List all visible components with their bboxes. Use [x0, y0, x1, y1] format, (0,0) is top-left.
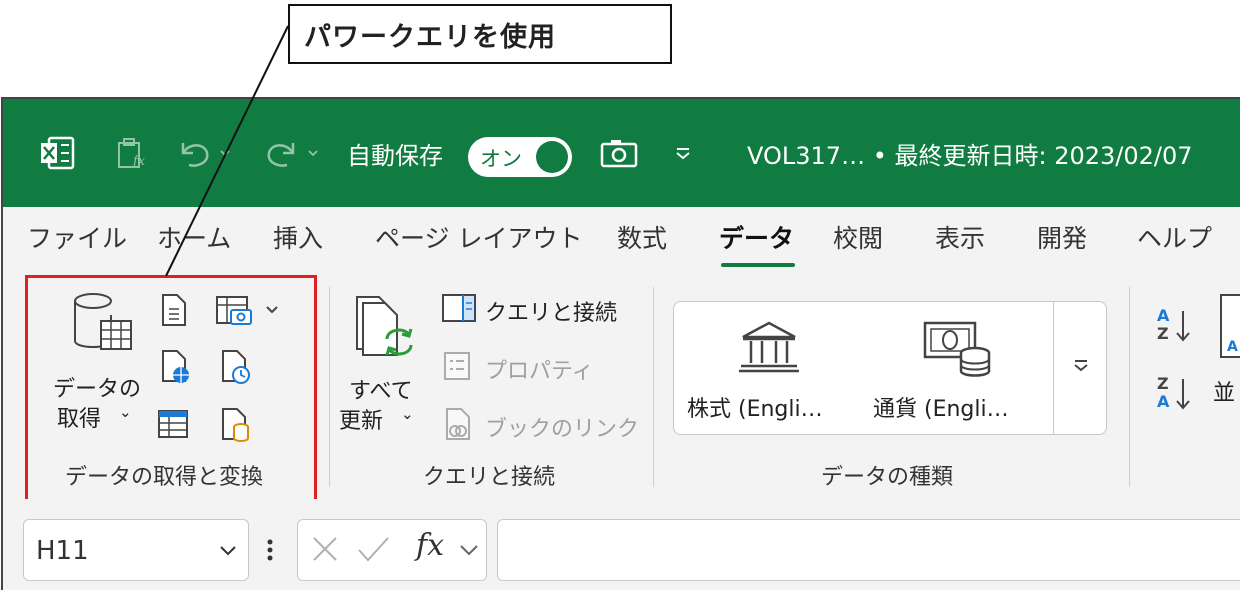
toggle-knob: [536, 141, 568, 173]
svg-text:A: A: [1157, 392, 1170, 411]
insert-function-icon[interactable]: fx: [416, 528, 444, 563]
autosave-state-label: オン: [480, 147, 522, 171]
refresh-all-chevron-icon[interactable]: ⌄: [401, 405, 414, 423]
sort-label[interactable]: 並: [1213, 375, 1235, 407]
tab-insert[interactable]: 挿入: [273, 219, 323, 255]
group-separator: [329, 287, 330, 487]
stocks-label[interactable]: 株式 (Engli…: [687, 391, 823, 423]
callout-label: パワークエリを使用: [288, 4, 672, 64]
queries-connections-icon[interactable]: [441, 291, 477, 329]
svg-text:A: A: [1227, 339, 1238, 355]
formula-bar: H11 fx: [3, 499, 1240, 590]
group-label-queries-connections: クエリと接続: [423, 465, 556, 490]
more-chevron-icon: [1074, 360, 1088, 372]
refresh-all-label-2[interactable]: 更新: [339, 403, 383, 435]
data-types-more-button[interactable]: [1053, 301, 1107, 435]
queries-connections-label[interactable]: クエリと接続: [485, 295, 617, 327]
properties-icon: [443, 349, 473, 387]
workbook-links-icon: [443, 407, 475, 445]
tab-view[interactable]: 表示: [935, 219, 985, 255]
stocks-bank-icon[interactable]: [737, 319, 801, 379]
currencies-label[interactable]: 通貨 (Engli…: [873, 391, 1009, 423]
group-separator: [1129, 287, 1130, 487]
camera-icon[interactable]: [599, 99, 639, 207]
excel-window: fx 自動保存 オン VOL317… • 最終更新日時: 2023/02/07 …: [1, 97, 1240, 590]
tab-home[interactable]: ホーム: [157, 219, 231, 255]
chevron-down-icon[interactable]: [218, 540, 238, 560]
format-painter-icon[interactable]: fx: [113, 99, 149, 207]
tab-data[interactable]: データ: [719, 219, 794, 255]
properties-label: プロパティ: [485, 359, 594, 384]
highlight-box: [25, 275, 317, 503]
undo-icon[interactable]: [175, 99, 235, 207]
callout-text: パワークエリを使用: [304, 21, 556, 53]
name-box-value: H11: [36, 536, 89, 566]
svg-text:Z: Z: [1157, 374, 1169, 393]
more-options-icon[interactable]: [265, 537, 275, 563]
formula-input[interactable]: [497, 519, 1240, 581]
autosave-toggle[interactable]: オン: [468, 137, 572, 177]
sort-ascending-icon[interactable]: AZ: [1153, 303, 1199, 353]
ribbon: データの 取得 ⌄ データの取得と変換 すべて 更新 ⌄ クエリと接続 プロパテ…: [3, 267, 1240, 503]
tab-help[interactable]: ヘルプ: [1137, 219, 1212, 255]
redo-icon[interactable]: [261, 99, 323, 207]
svg-text:fx: fx: [132, 154, 146, 169]
formula-buttons: fx: [297, 519, 487, 581]
name-box[interactable]: H11: [23, 519, 249, 581]
refresh-all-icon[interactable]: [353, 293, 419, 369]
file-status[interactable]: VOL317… • 最終更新日時: 2023/02/07: [747, 99, 1193, 207]
svg-text:A: A: [1157, 306, 1170, 325]
autosave-label: 自動保存: [347, 141, 443, 170]
tab-review[interactable]: 校閲: [833, 219, 883, 255]
enter-check-icon[interactable]: [356, 534, 390, 564]
sort-dialog-icon[interactable]: A: [1217, 291, 1240, 365]
tab-page-layout[interactable]: ページ レイアウト: [375, 219, 582, 255]
cancel-icon[interactable]: [310, 534, 340, 564]
sort-descending-icon[interactable]: ZA: [1153, 371, 1199, 421]
customize-toolbar-icon[interactable]: [671, 99, 695, 207]
group-separator: [653, 287, 654, 487]
ribbon-tabs: ファイル ホーム 挿入 ページ レイアウト 数式 データ 校閲 表示 開発 ヘル…: [3, 207, 1240, 267]
excel-logo-icon: [39, 99, 75, 207]
title-bar: fx 自動保存 オン VOL317… • 最終更新日時: 2023/02/07: [3, 99, 1240, 207]
expand-chevron-icon[interactable]: [458, 542, 480, 560]
tab-developer[interactable]: 開発: [1037, 219, 1087, 255]
svg-text:Z: Z: [1157, 324, 1169, 343]
currencies-icon[interactable]: [923, 319, 993, 383]
tab-formulas[interactable]: 数式: [617, 219, 667, 255]
group-label-data-types: データの種類: [821, 465, 954, 490]
refresh-all-label-1[interactable]: すべて: [349, 373, 413, 405]
workbook-links-label: ブックのリンク: [485, 417, 640, 442]
tab-file[interactable]: ファイル: [27, 219, 127, 255]
